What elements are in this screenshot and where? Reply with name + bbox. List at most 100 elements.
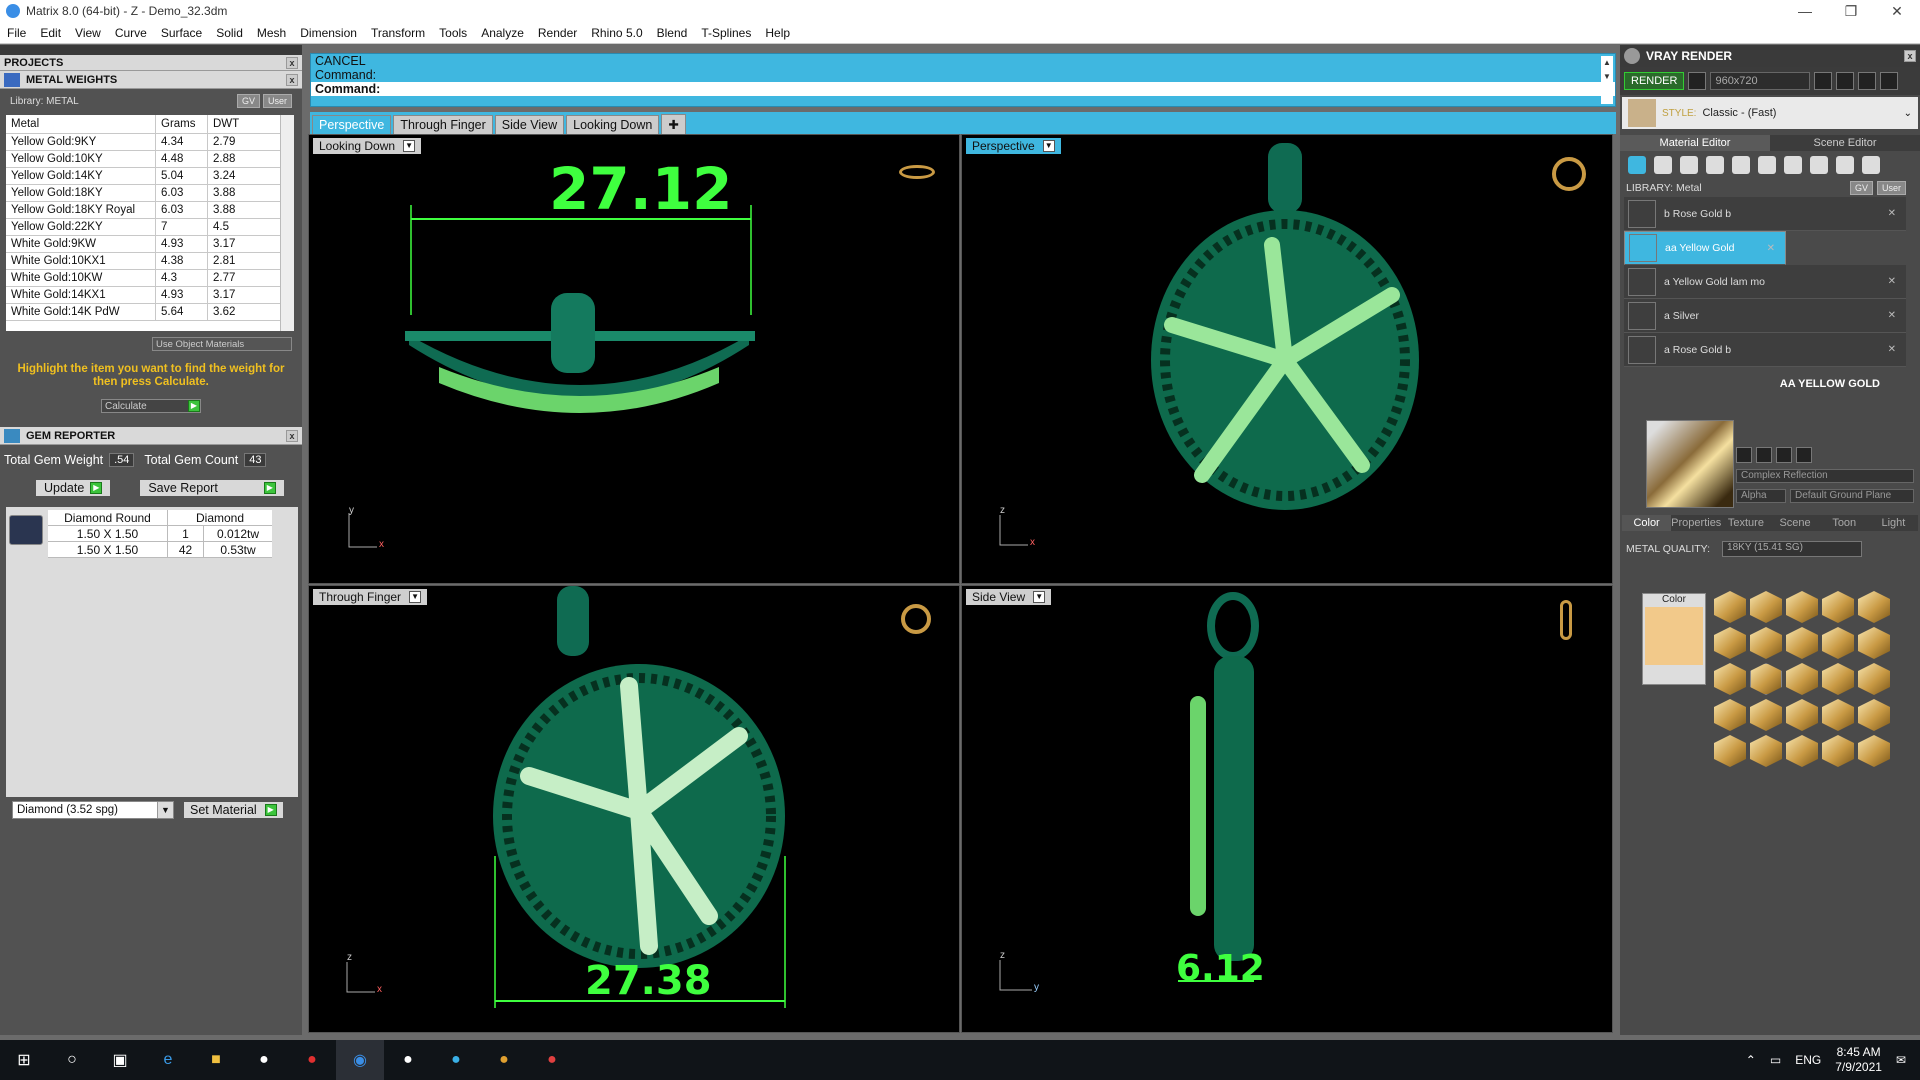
grid-icon[interactable] [1784,156,1802,174]
edge-browser-icon[interactable]: e [144,1040,192,1080]
col-metal[interactable]: Metal [6,115,156,133]
minimize-button[interactable]: — [1782,0,1828,22]
reflection-select[interactable]: Complex Reflection [1736,469,1914,483]
menu-analyze[interactable]: Analyze [474,22,531,44]
table-row[interactable]: Yellow Gold:9KY 4.34 2.79 [6,134,294,151]
table-row[interactable]: 1.50 X 1.50 42 0.53tw [48,542,272,558]
metal-weights-close-button[interactable]: x [286,73,298,86]
close-button[interactable]: ✕ [1874,0,1920,22]
zalo-icon[interactable]: ◉ [336,1040,384,1080]
ring-orientation-icon[interactable] [899,165,935,179]
menu-dimension[interactable]: Dimension [293,22,364,44]
metal-preset-swatch[interactable] [1786,735,1818,767]
app-icon[interactable]: ● [288,1040,336,1080]
col-grams[interactable]: Grams [156,115,208,133]
chrome-icon[interactable]: ● [528,1040,576,1080]
metal-preset-swatch[interactable] [1750,591,1782,623]
use-object-materials-checkbox[interactable]: Use Object Materials [152,337,292,351]
remove-icon[interactable]: ✕ [1767,243,1775,254]
plane-icon[interactable] [1706,156,1724,174]
list-icon[interactable] [1858,72,1877,90]
rewind-icon[interactable] [1814,72,1833,90]
metal-preset-swatch[interactable] [1786,699,1818,731]
table-row[interactable]: White Gold:10KW 4.3 2.77 [6,270,294,287]
vray-close-button[interactable]: x [1904,50,1916,62]
light-bulb-icon[interactable] [1862,156,1880,174]
set-material-button[interactable]: Set Material ▶ [184,802,283,818]
windows-start-icon[interactable]: ⊞ [0,1040,48,1080]
metal-preset-swatch[interactable] [1858,627,1890,659]
render-button[interactable]: RENDER [1624,72,1685,90]
tab-looking-down[interactable]: Looking Down [566,115,660,134]
projects-close-button[interactable]: x [286,56,298,69]
menu-curve[interactable]: Curve [108,22,154,44]
color-picker[interactable]: Color [1642,593,1706,685]
gv-button[interactable]: GV [1849,181,1873,195]
table-row[interactable]: Yellow Gold:14KY 5.04 3.24 [6,168,294,185]
table-row[interactable]: Yellow Gold:18KY Royal 6.03 3.88 [6,202,294,219]
metal-preset-swatch[interactable] [1714,627,1746,659]
matrix-taskbar-icon[interactable]: ● [432,1040,480,1080]
app-icon[interactable]: ● [240,1040,288,1080]
remove-icon[interactable]: ✕ [1888,276,1896,287]
menu-help[interactable]: Help [758,22,797,44]
ground-plane-select[interactable]: Default Ground Plane [1790,489,1914,503]
menu-rhino[interactable]: Rhino 5.0 [584,22,649,44]
metal-preset-swatch[interactable] [1750,663,1782,695]
tab-material-editor[interactable]: Material Editor [1620,135,1770,151]
table-row[interactable]: White Gold:9KW 4.93 3.17 [6,236,294,253]
paint-icon[interactable] [1836,156,1854,174]
gem-reporter-close-button[interactable]: x [286,429,298,442]
sphere-icon[interactable] [1680,156,1698,174]
command-scrollbar[interactable]: ▲ ▼ [1601,56,1613,104]
calculate-button[interactable]: Calculate ▶ [101,399,201,413]
clock[interactable]: 8:45 AM 7/9/2021 [1835,1045,1882,1075]
list-item[interactable]: a Yellow Gold lam mo ✕ [1624,265,1906,299]
search-icon[interactable]: ○ [48,1040,96,1080]
add-tab-icon[interactable]: ✚ [661,114,686,134]
metal-preset-swatch[interactable] [1750,699,1782,731]
metal-preset-swatch[interactable] [1858,663,1890,695]
metal-preset-swatch[interactable] [1714,663,1746,695]
gallery-icon[interactable] [1880,72,1899,90]
metal-preset-swatch[interactable] [1714,699,1746,731]
metal-preset-swatch[interactable] [1822,735,1854,767]
tab-perspective[interactable]: Perspective [312,115,392,134]
task-view-icon[interactable]: ▣ [96,1040,144,1080]
viewport-perspective[interactable]: Perspective ▼ z x [961,134,1613,584]
metal-preset-swatch[interactable] [1822,699,1854,731]
metal-preset-swatch[interactable] [1714,735,1746,767]
tab-through-finger[interactable]: Through Finger [393,115,493,134]
viewport-label[interactable]: Side View ▼ [966,589,1052,605]
update-button[interactable]: Update ▶ [36,480,111,496]
maximize-button[interactable]: ❐ [1828,0,1874,22]
tab-side-view[interactable]: Side View [494,115,565,134]
metal-preset-swatch[interactable] [1822,627,1854,659]
menu-solid[interactable]: Solid [209,22,250,44]
chevron-up-icon[interactable]: ⌃ [1746,1053,1756,1067]
color-swatch[interactable] [1645,607,1703,665]
metal-preset-swatch[interactable] [1858,699,1890,731]
remove-icon[interactable]: ✕ [1888,310,1896,321]
table-row[interactable]: White Gold:14K PdW 5.64 3.62 [6,304,294,321]
menu-mesh[interactable]: Mesh [250,22,293,44]
table-row[interactable]: 1.50 X 1.50 1 0.012tw [48,526,272,542]
viewport-looking-down[interactable]: Looking Down ▼ 27.12 y x [308,134,960,584]
command-input[interactable]: Command: [311,82,1615,96]
camera-icon[interactable] [1688,72,1707,90]
list-item[interactable]: aa Yellow Gold ✕ [1624,231,1786,265]
notification-icon[interactable]: ✉ [1896,1053,1906,1067]
metal-preset-swatch[interactable] [1750,735,1782,767]
viewport-label[interactable]: Perspective ▼ [966,138,1061,154]
style-row[interactable]: STYLE: Classic - (Fast) ⌄ [1622,97,1918,129]
brush-icon[interactable] [1810,156,1828,174]
col-dwt[interactable]: DWT [208,115,268,133]
list-item[interactable]: b Rose Gold b ✕ [1624,197,1906,231]
menu-transform[interactable]: Transform [364,22,432,44]
viewport-label[interactable]: Through Finger ▼ [313,589,428,605]
paste-icon[interactable] [1776,447,1792,463]
menu-tools[interactable]: Tools [432,22,474,44]
ring-orientation-icon[interactable] [901,604,931,634]
gv-button[interactable]: GV [236,94,260,108]
metal-drop-icon[interactable] [1628,156,1646,174]
